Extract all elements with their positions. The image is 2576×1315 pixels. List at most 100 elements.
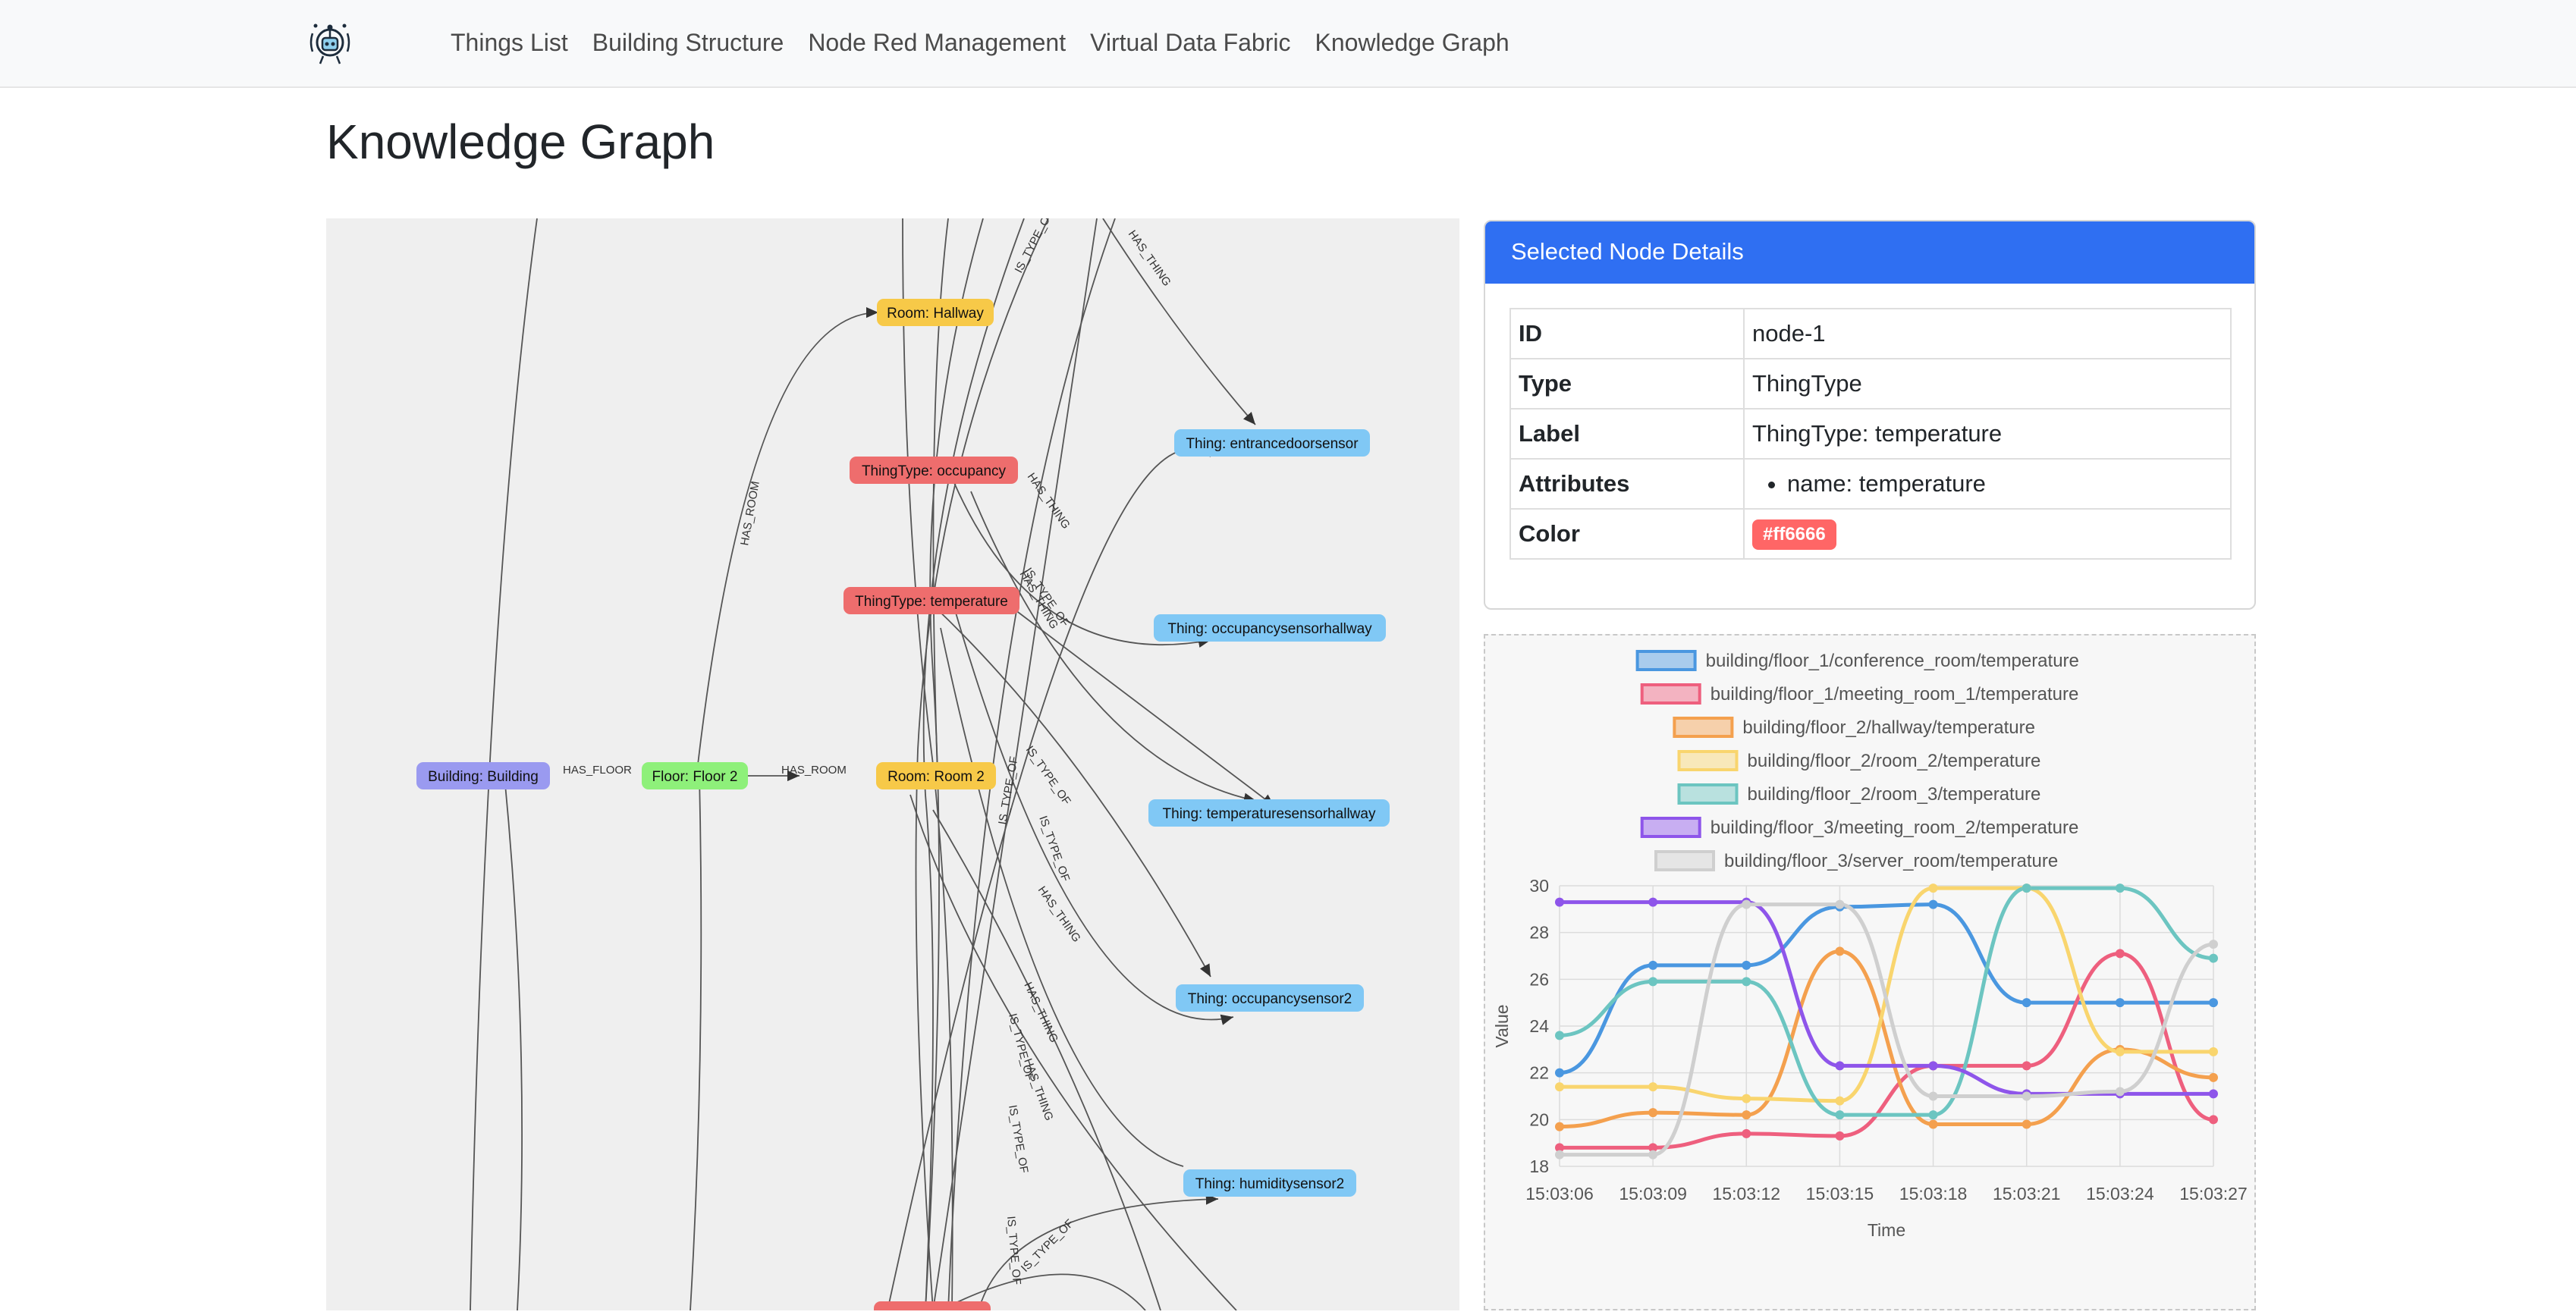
navbar: Things List Building Structure Node Red …	[0, 0, 2576, 88]
legend-item[interactable]: building/floor_2/room_2/temperature	[1677, 750, 2041, 771]
data-point[interactable]	[1648, 1082, 1658, 1092]
data-point[interactable]	[1648, 1150, 1658, 1160]
data-point[interactable]	[1555, 1031, 1564, 1040]
graph-node-tt-occ[interactable]: ThingType: occupancy	[850, 457, 1018, 484]
data-point[interactable]	[2115, 949, 2125, 959]
data-point[interactable]	[2115, 1087, 2125, 1097]
data-point[interactable]	[2209, 940, 2218, 949]
label-key: Label	[1509, 408, 1745, 460]
card-header: Selected Node Details	[1485, 221, 2254, 284]
data-point[interactable]	[1742, 977, 1751, 987]
legend-label: building/floor_2/room_3/temperature	[1748, 784, 2041, 805]
edge-label-has-room: HAS_ROOM	[781, 764, 847, 777]
series-line[interactable]	[1560, 902, 2214, 1157]
data-point[interactable]	[1742, 960, 1751, 970]
graph-node-t-hum2[interactable]: Thing: humiditysensor2	[1183, 1169, 1356, 1197]
data-point[interactable]	[1928, 1091, 1938, 1101]
graph-node-t-occ2[interactable]: Thing: occupancysensor2	[1176, 984, 1364, 1012]
attribute-item: name: temperature	[1787, 470, 2223, 497]
data-point[interactable]	[1835, 1131, 1845, 1141]
table-row: Color #ff6666	[1509, 508, 2232, 560]
graph-node-floor2[interactable]: Floor: Floor 2	[642, 762, 748, 789]
data-point[interactable]	[2209, 1047, 2218, 1056]
legend-item[interactable]: building/floor_1/conference_room/tempera…	[1635, 650, 2079, 671]
legend-label: building/floor_2/room_2/temperature	[1748, 751, 2041, 771]
data-point[interactable]	[2209, 1089, 2218, 1099]
legend-item[interactable]: building/floor_3/server_room/temperature	[1654, 850, 2058, 871]
data-point[interactable]	[1555, 1082, 1564, 1092]
data-point[interactable]	[1555, 897, 1564, 907]
data-point[interactable]	[1555, 1068, 1564, 1078]
legend-item[interactable]: building/floor_3/meeting_room_2/temperat…	[1640, 817, 2079, 838]
data-point[interactable]	[1648, 960, 1658, 970]
edge-label-has-thing-1: HAS_THING	[1126, 228, 1173, 289]
graph-node-label: Thing: humiditysensor2	[1195, 1176, 1344, 1192]
data-point[interactable]	[2115, 998, 2125, 1008]
knowledge-graph-canvas[interactable]: HAS_FLOOR HAS_ROOM HAS_ROOM HAS_THING IS…	[326, 218, 1459, 1310]
legend-label: building/floor_1/meeting_room_1/temperat…	[1711, 684, 2079, 705]
nav-link-things-list[interactable]: Things List	[451, 29, 568, 57]
data-point[interactable]	[1648, 977, 1658, 987]
data-point[interactable]	[1835, 946, 1845, 956]
data-point[interactable]	[1648, 897, 1658, 907]
legend-item[interactable]: building/floor_2/hallway/temperature	[1673, 717, 2035, 738]
data-point[interactable]	[1835, 899, 1845, 909]
nav-link-node-red-management[interactable]: Node Red Management	[808, 29, 1066, 57]
x-axis-label: Time	[1868, 1220, 1905, 1240]
data-point[interactable]	[2209, 998, 2218, 1008]
data-point[interactable]	[1928, 1119, 1938, 1129]
graph-node-label: ThingType: temperature	[855, 594, 1008, 610]
data-point[interactable]	[1928, 1061, 1938, 1071]
graph-node-label: Room: Room 2	[887, 769, 985, 785]
graph-node-t-temph[interactable]: Thing: temperaturesensorhallway	[1148, 799, 1390, 827]
nav-link-building-structure[interactable]: Building Structure	[592, 29, 784, 57]
graph-node-hallway[interactable]: Room: Hallway	[877, 299, 994, 326]
graph-node-label: ThingType: occupancy	[862, 463, 1007, 479]
graph-node-label: Floor: Floor 2	[652, 769, 738, 785]
robot-logo-icon[interactable]	[305, 17, 355, 67]
graph-node-t-entr[interactable]: Thing: entrancedoorsensor	[1174, 429, 1370, 457]
edge-label-has-thing-6: HAS_THING	[1021, 1057, 1055, 1122]
id-value: node-1	[1743, 308, 2232, 359]
data-point[interactable]	[1928, 1110, 1938, 1120]
data-point[interactable]	[1835, 1110, 1845, 1120]
y-tick-label: 24	[1529, 1016, 1549, 1036]
edge-label-is-type-of-9: IS_TYPE_OF	[1019, 1217, 1076, 1275]
legend-item[interactable]: building/floor_1/meeting_room_1/temperat…	[1640, 683, 2079, 705]
data-point[interactable]	[1835, 1096, 1845, 1106]
graph-node-room2[interactable]: Room: Room 2	[876, 762, 996, 789]
y-tick-label: 22	[1529, 1063, 1549, 1083]
graph-node-label: Building: Building	[428, 769, 539, 785]
data-point[interactable]	[2022, 1061, 2031, 1071]
data-point[interactable]	[2022, 998, 2031, 1008]
graph-node-partial[interactable]	[874, 1301, 991, 1310]
id-key: ID	[1509, 308, 1745, 359]
legend-label: building/floor_3/meeting_room_2/temperat…	[1711, 818, 2079, 838]
x-tick-label: 15:03:15	[1806, 1184, 1874, 1204]
graph-node-t-occh[interactable]: Thing: occupancysensorhallway	[1154, 614, 1386, 642]
data-point[interactable]	[1742, 1128, 1751, 1138]
data-point[interactable]	[1835, 1061, 1845, 1071]
data-point[interactable]	[1928, 883, 1938, 893]
graph-node-tt-temp[interactable]: ThingType: temperature	[843, 587, 1019, 614]
data-point[interactable]	[2209, 1115, 2218, 1125]
graph-node-building[interactable]: Building: Building	[416, 762, 550, 789]
data-point[interactable]	[2022, 1091, 2031, 1101]
data-point[interactable]	[1928, 899, 1938, 909]
nav-link-knowledge-graph[interactable]: Knowledge Graph	[1315, 29, 1509, 57]
data-point[interactable]	[2209, 953, 2218, 963]
data-point[interactable]	[2115, 1047, 2125, 1056]
data-point[interactable]	[1742, 1110, 1751, 1120]
data-point[interactable]	[2022, 883, 2031, 893]
legend-item[interactable]: building/floor_2/room_3/temperature	[1677, 783, 2041, 805]
data-point[interactable]	[1742, 899, 1751, 909]
data-point[interactable]	[1555, 1122, 1564, 1131]
data-point[interactable]	[1555, 1150, 1564, 1160]
x-tick-label: 15:03:21	[1993, 1184, 2061, 1204]
data-point[interactable]	[1648, 1108, 1658, 1118]
data-point[interactable]	[2115, 883, 2125, 893]
data-point[interactable]	[2022, 1119, 2031, 1129]
data-point[interactable]	[2209, 1072, 2218, 1082]
data-point[interactable]	[1742, 1094, 1751, 1103]
nav-link-virtual-data-fabric[interactable]: Virtual Data Fabric	[1090, 29, 1290, 57]
